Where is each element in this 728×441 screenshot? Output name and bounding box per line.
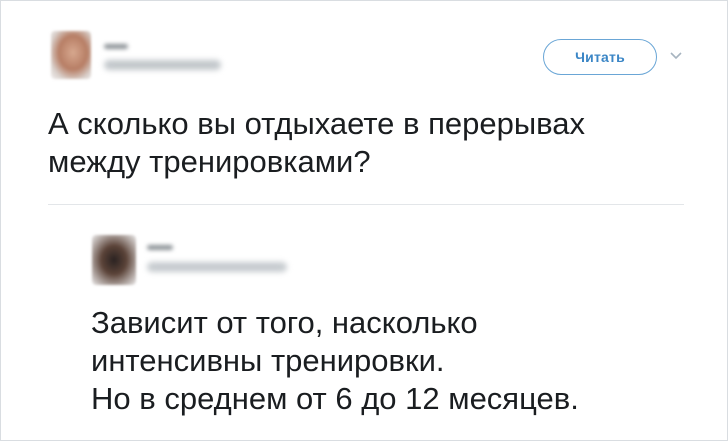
follow-button[interactable]: Читать bbox=[543, 39, 657, 75]
divider bbox=[48, 204, 684, 205]
tweet-card: Читать А сколько вы отдыхаете в перерыва… bbox=[0, 0, 728, 441]
reply-avatar[interactable] bbox=[92, 235, 136, 285]
tweet-text-line: А сколько вы отдыхаете в перерывах bbox=[48, 106, 586, 141]
reply-text-line: Но в среднем от 6 до 12 месяцев. bbox=[91, 381, 579, 416]
reply-text: Зависит от того, насколько интенсивны тр… bbox=[91, 304, 711, 418]
reply-text-line: Зависит от того, насколько bbox=[91, 305, 478, 340]
avatar[interactable] bbox=[51, 31, 91, 79]
blurred-handle bbox=[147, 262, 287, 272]
blurred-username bbox=[147, 245, 173, 250]
chevron-down-icon[interactable] bbox=[669, 51, 683, 61]
blurred-handle bbox=[104, 60, 221, 70]
tweet-text-line: между тренировками? bbox=[48, 144, 371, 179]
reply-text-line: интенсивны тренировки. bbox=[91, 343, 445, 378]
blurred-username bbox=[104, 44, 128, 49]
tweet-text: А сколько вы отдыхаете в перерывах между… bbox=[48, 105, 708, 181]
follow-button-label: Читать bbox=[575, 49, 625, 65]
